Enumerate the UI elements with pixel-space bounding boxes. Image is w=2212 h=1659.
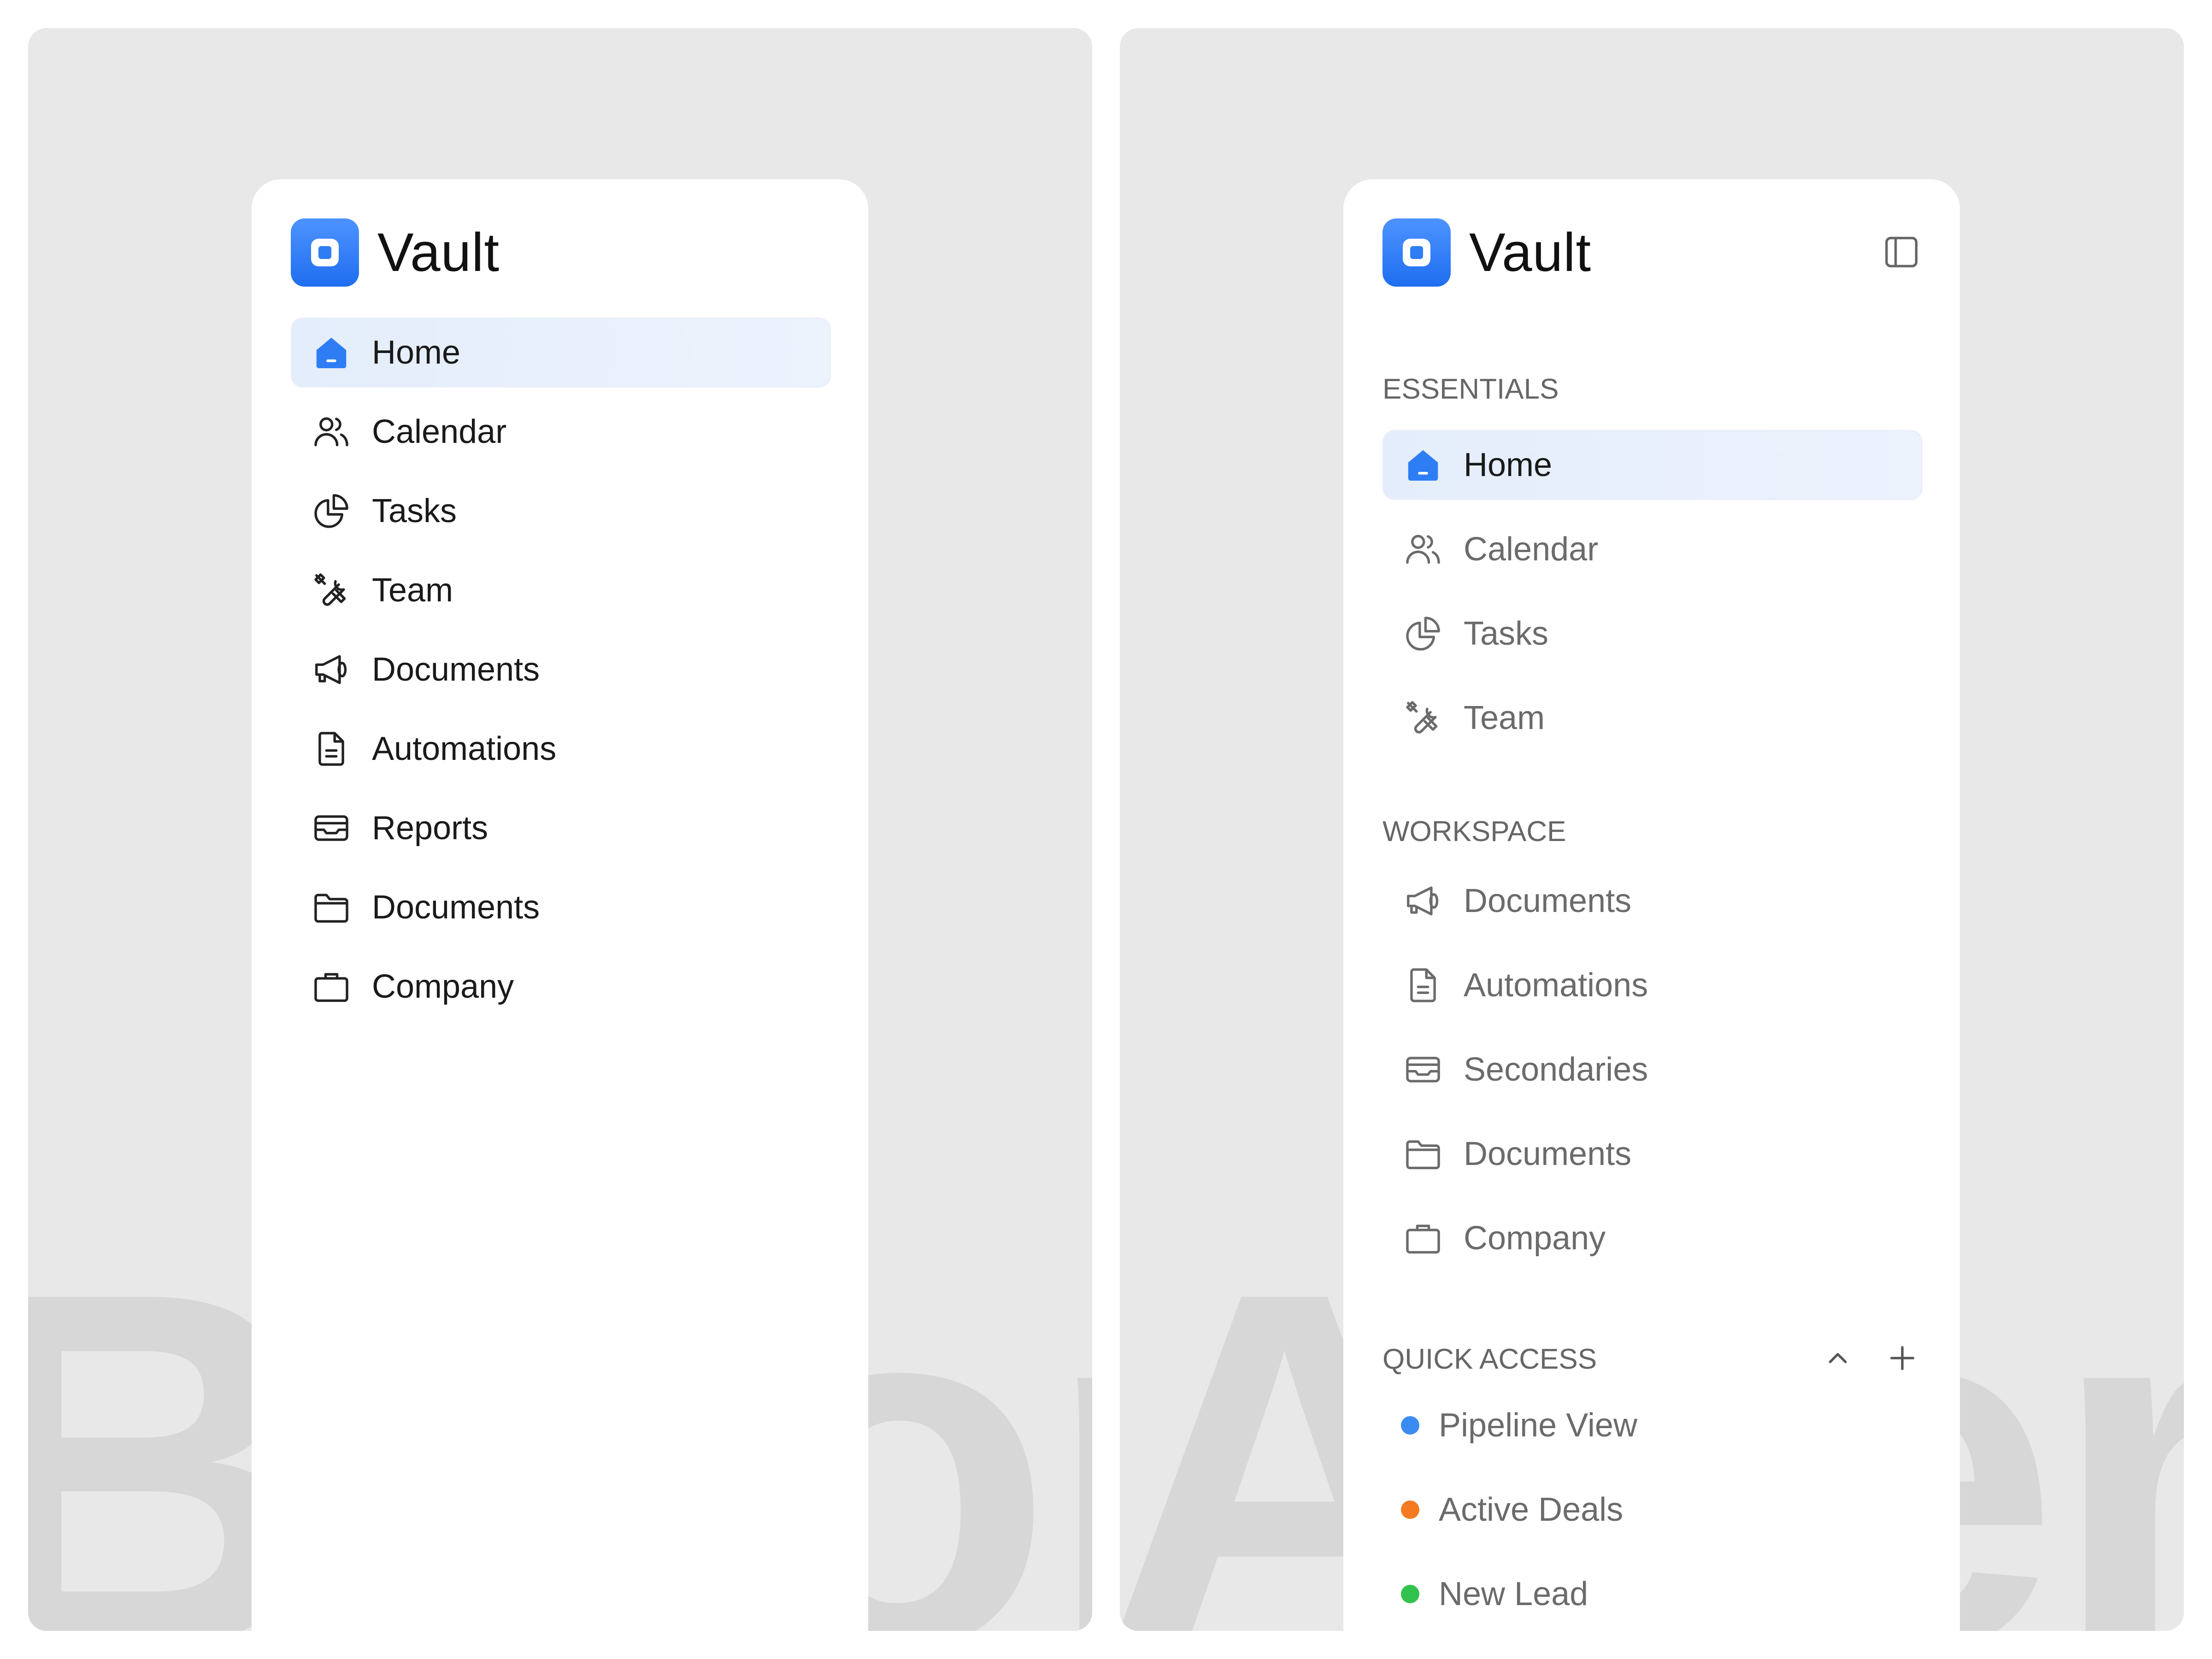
pie-chart-icon xyxy=(1402,612,1444,655)
sidebar-toggle-icon[interactable] xyxy=(1882,232,1921,272)
sidebar-item-team[interactable]: Team xyxy=(291,555,831,625)
sidebar-item-home[interactable]: Home xyxy=(1382,430,1923,500)
sidebar-item-label: Reports xyxy=(372,810,488,847)
folder-icon xyxy=(1402,1133,1444,1175)
status-dot xyxy=(1401,1585,1419,1603)
sidebar-item-label: Company xyxy=(1464,1220,1606,1257)
sidebar-item-label: Documents xyxy=(372,889,540,926)
sidebar-item-label: Calendar xyxy=(1464,531,1599,568)
quick-access-item-pipeline-view[interactable]: Pipeline View xyxy=(1401,1400,1637,1451)
section-label-workspace: WORKSPACE xyxy=(1382,816,1566,847)
sidebar: Vault ESSENTIALS Home Calendar Tasks Tea… xyxy=(1343,179,1960,1631)
sidebar-item-label: Tasks xyxy=(372,493,457,529)
inbox-icon xyxy=(1402,1048,1444,1091)
briefcase-icon xyxy=(1402,1217,1444,1259)
sidebar-item-documents[interactable]: Documents xyxy=(291,635,831,705)
brand[interactable]: Vault xyxy=(1382,218,1591,287)
sidebar-item-label: Team xyxy=(1464,700,1545,736)
status-dot xyxy=(1401,1416,1419,1435)
section-label-quick-access: QUICK ACCESS xyxy=(1382,1343,1597,1375)
sidebar-item-tasks[interactable]: Tasks xyxy=(291,476,831,546)
sidebar-item-label: Home xyxy=(1464,447,1553,483)
sidebar-item-tasks[interactable]: Tasks xyxy=(1382,599,1923,669)
sidebar-item-home[interactable]: Home xyxy=(291,318,831,388)
after-panel: After Vault ESSENTIALS Home Calendar xyxy=(1120,28,2184,1631)
sidebar-item-automations[interactable]: Automations xyxy=(1382,950,1923,1020)
vault-logo-icon xyxy=(1382,218,1451,287)
briefcase-icon xyxy=(310,965,353,1008)
tools-icon xyxy=(1402,697,1444,739)
sidebar-item-automations[interactable]: Automations xyxy=(291,714,831,784)
sidebar-item-label: Documents xyxy=(1464,882,1632,919)
before-panel: Before Vault Home Calendar Tasks xyxy=(28,28,1092,1631)
sidebar-item-team[interactable]: Team xyxy=(1382,683,1923,753)
sidebar: Vault Home Calendar Tasks Team Documents… xyxy=(252,179,868,1631)
sidebar-item-folder-documents[interactable]: Documents xyxy=(1382,1119,1923,1189)
sidebar-item-documents[interactable]: Documents xyxy=(1382,866,1923,936)
folder-icon xyxy=(310,886,353,929)
quick-access-item-active-deals[interactable]: Active Deals xyxy=(1401,1484,1623,1535)
vault-logo-icon xyxy=(291,218,359,287)
plus-icon[interactable] xyxy=(1884,1340,1921,1379)
sidebar-item-reports[interactable]: Reports xyxy=(291,793,831,863)
pie-chart-icon xyxy=(310,490,353,532)
home-icon xyxy=(1402,444,1444,486)
brand-name: Vault xyxy=(377,222,500,283)
sidebar-item-calendar[interactable]: Calendar xyxy=(1382,514,1923,584)
sidebar-item-secondaries[interactable]: Secondaries xyxy=(1382,1035,1923,1105)
document-icon xyxy=(1402,964,1444,1006)
sidebar-item-label: Calendar xyxy=(372,413,507,450)
quick-access-item-new-lead[interactable]: New Lead xyxy=(1401,1569,1588,1619)
quick-access-label: New Lead xyxy=(1439,1576,1588,1612)
brand[interactable]: Vault xyxy=(291,218,500,287)
sidebar-item-label: Secondaries xyxy=(1464,1051,1648,1088)
sidebar-item-label: Automations xyxy=(372,730,557,767)
inbox-icon xyxy=(310,807,353,849)
quick-access-label: Pipeline View xyxy=(1439,1407,1637,1444)
quick-access-controls xyxy=(1819,1340,1921,1379)
status-dot xyxy=(1401,1500,1419,1519)
sidebar-item-label: Home xyxy=(372,334,461,371)
sidebar-item-label: Company xyxy=(372,968,514,1005)
sidebar-item-label: Documents xyxy=(372,651,540,688)
brand-name: Vault xyxy=(1469,222,1592,283)
tools-icon xyxy=(310,569,353,612)
section-label-essentials: ESSENTIALS xyxy=(1382,373,1559,405)
sidebar-item-label: Tasks xyxy=(1464,615,1549,652)
sidebar-item-company[interactable]: Company xyxy=(291,952,831,1022)
users-icon xyxy=(1402,528,1444,571)
sidebar-item-label: Documents xyxy=(1464,1135,1632,1172)
users-icon xyxy=(310,411,353,453)
sidebar-item-calendar[interactable]: Calendar xyxy=(291,397,831,467)
home-icon xyxy=(310,331,353,374)
chevron-up-icon[interactable] xyxy=(1819,1340,1856,1379)
megaphone-icon xyxy=(1402,880,1444,922)
sidebar-item-company[interactable]: Company xyxy=(1382,1203,1923,1273)
megaphone-icon xyxy=(310,648,353,691)
document-icon xyxy=(310,728,353,770)
sidebar-item-folder-documents[interactable]: Documents xyxy=(291,872,831,942)
sidebar-item-label: Automations xyxy=(1464,967,1648,1004)
quick-access-label: Active Deals xyxy=(1439,1491,1624,1528)
sidebar-item-label: Team xyxy=(372,572,453,609)
